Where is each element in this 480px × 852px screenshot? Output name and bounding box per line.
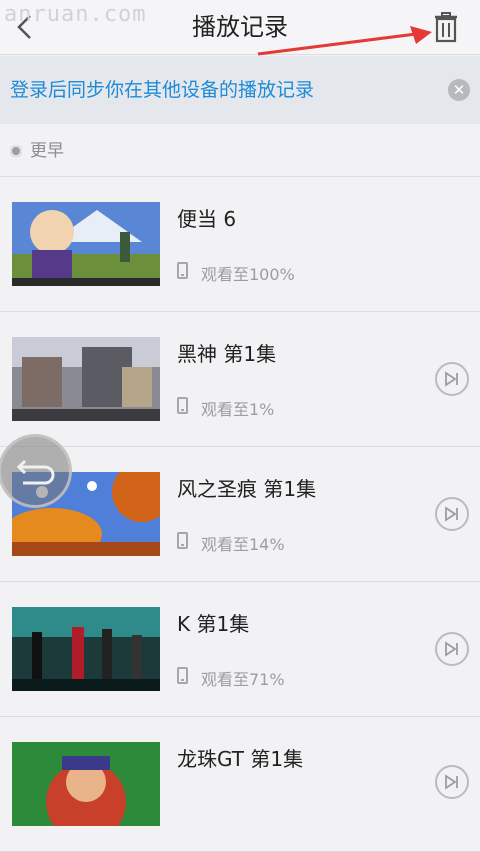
section-header: 更早 xyxy=(0,126,480,177)
history-item[interactable]: 龙珠GT 第1集 xyxy=(0,717,480,852)
video-thumbnail[interactable] xyxy=(12,202,160,286)
phone-icon xyxy=(177,667,188,684)
section-label: 更早 xyxy=(30,141,64,161)
progress-text: 观看至1% xyxy=(201,400,275,419)
video-title: 黑神 第1集 xyxy=(177,342,277,366)
close-icon: ✕ xyxy=(452,81,466,99)
play-next-button[interactable] xyxy=(435,765,469,799)
progress-text: 观看至100% xyxy=(201,265,295,284)
phone-icon xyxy=(177,397,188,414)
floating-assist-button[interactable] xyxy=(0,434,72,508)
sync-banner[interactable]: 登录后同步你在其他设备的播放记录 xyxy=(0,56,480,124)
play-next-button[interactable] xyxy=(435,632,469,666)
close-banner-button[interactable]: ✕ xyxy=(448,79,470,101)
phone-icon xyxy=(177,262,188,279)
return-icon xyxy=(16,459,55,485)
play-next-icon xyxy=(445,774,458,790)
video-thumbnail[interactable] xyxy=(12,607,160,691)
history-item[interactable]: 风之圣痕 第1集 观看至14% xyxy=(0,447,480,582)
sync-login-text[interactable]: 登录后同步你在其他设备的播放记录 xyxy=(10,56,314,124)
video-title: 便当 6 xyxy=(177,207,237,231)
phone-icon xyxy=(177,532,188,549)
play-next-button[interactable] xyxy=(435,362,469,396)
history-item[interactable]: 黑神 第1集 观看至1% xyxy=(0,312,480,447)
progress-text: 观看至71% xyxy=(201,670,285,689)
video-title: K 第1集 xyxy=(177,612,250,636)
play-next-icon xyxy=(445,371,458,387)
play-next-icon xyxy=(445,506,458,522)
video-thumbnail[interactable] xyxy=(12,742,160,826)
timeline-dot-icon xyxy=(10,145,22,157)
video-title: 龙珠GT 第1集 xyxy=(177,747,304,771)
video-title: 风之圣痕 第1集 xyxy=(177,477,317,501)
watermark: anruan.com xyxy=(4,2,147,27)
trash-icon xyxy=(435,12,457,43)
video-thumbnail[interactable] xyxy=(12,337,160,421)
play-next-button[interactable] xyxy=(435,497,469,531)
history-item[interactable]: 便当 6 观看至100% xyxy=(0,177,480,312)
progress-text: 观看至14% xyxy=(201,535,285,554)
play-next-icon xyxy=(445,641,458,657)
history-item[interactable]: K 第1集 观看至71% xyxy=(0,582,480,717)
delete-button[interactable] xyxy=(432,11,460,43)
